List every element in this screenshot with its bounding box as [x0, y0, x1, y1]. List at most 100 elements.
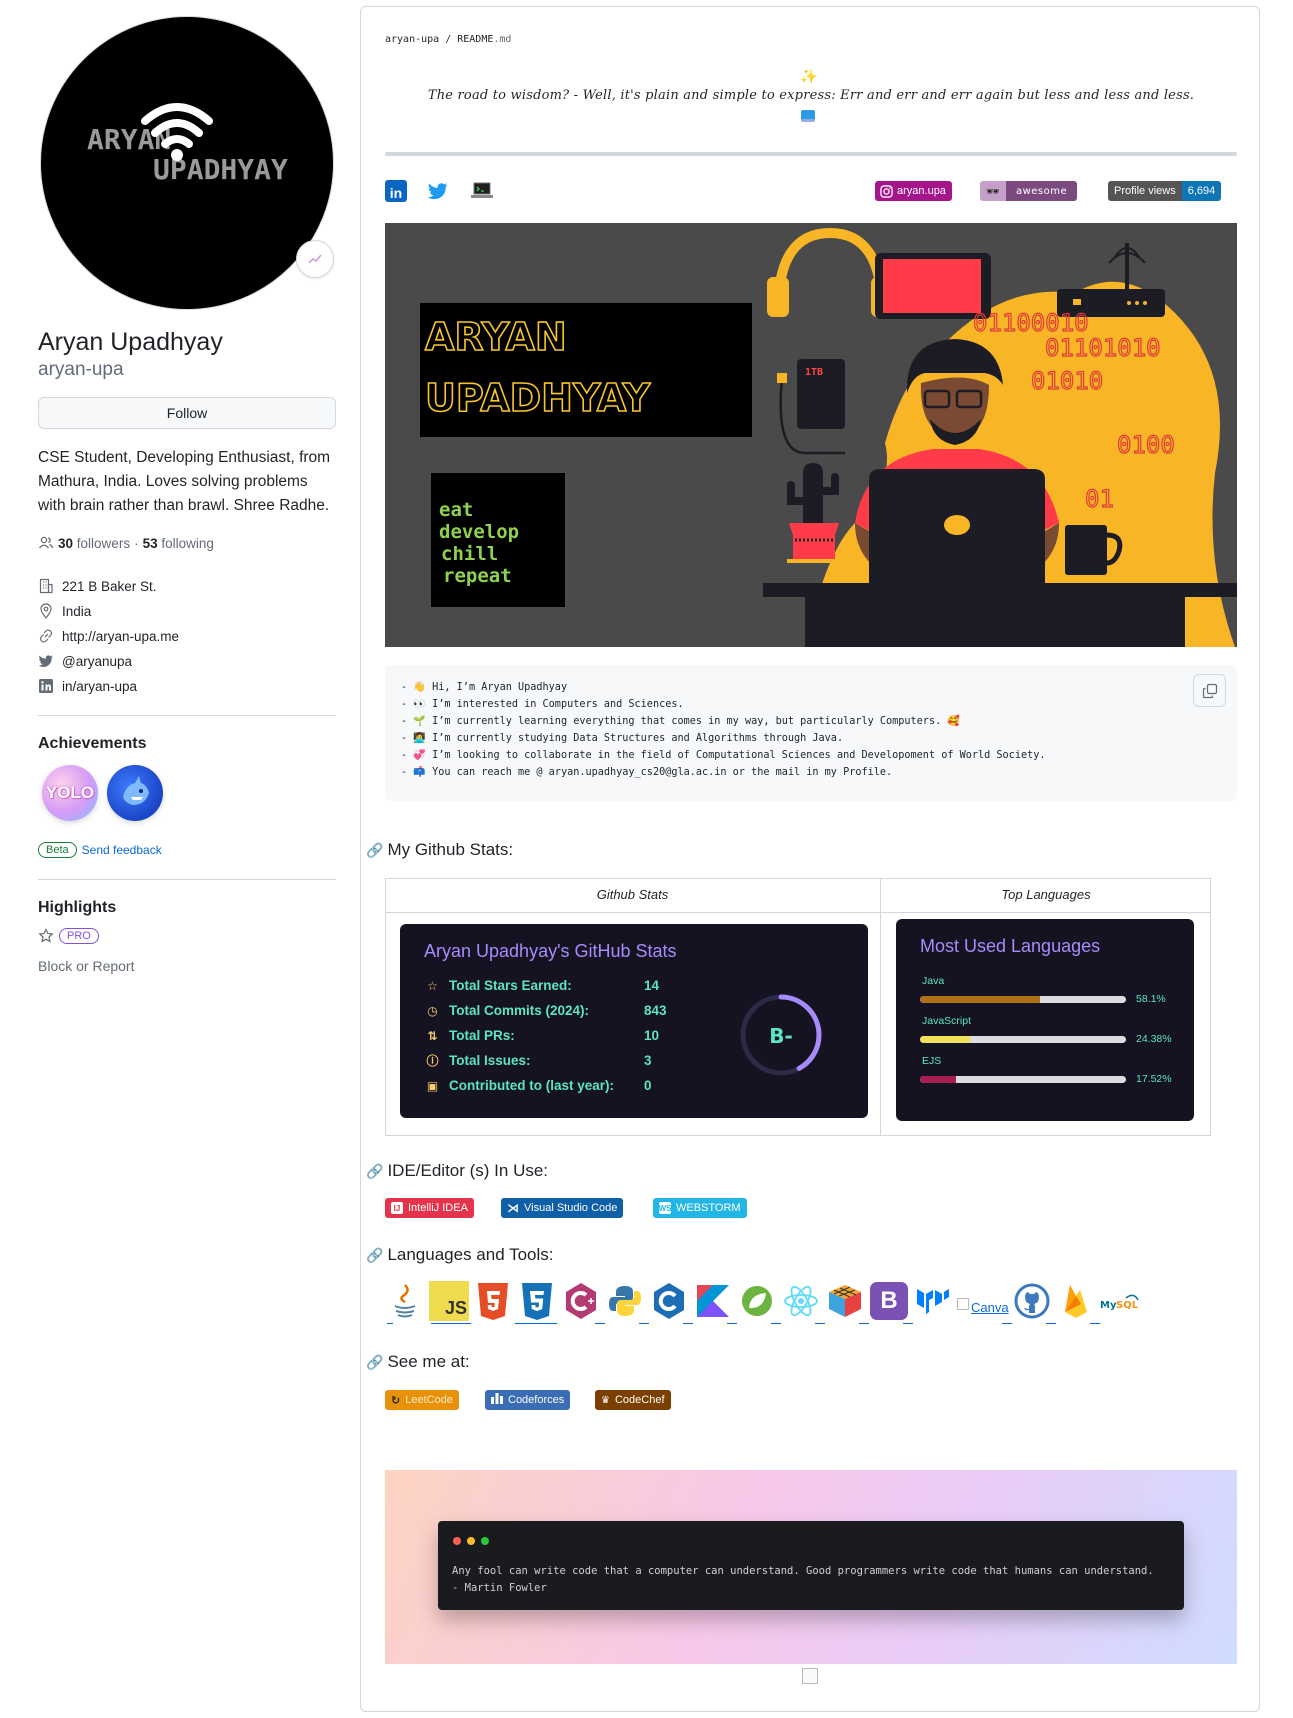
svg-text:01: 01 — [1085, 485, 1114, 513]
follow-button[interactable]: Follow — [38, 397, 336, 429]
language-percent: 17.52% — [1136, 1073, 1172, 1085]
avatar[interactable]: ARYAN UPADHYAY — [40, 16, 334, 310]
vcard-company: 221 B Baker St. — [38, 578, 157, 594]
twitter-icon — [38, 653, 54, 669]
svg-text:0100: 0100 — [1117, 431, 1175, 459]
spring-icon[interactable] — [737, 1281, 777, 1321]
intro-line: - 🌱 I’m currently learning everything that… — [401, 716, 961, 727]
javascript-icon[interactable]: JS — [429, 1281, 469, 1321]
stat-value-prs: 10 — [644, 1028, 660, 1043]
anchor-link-icon[interactable]: 🔗 — [366, 842, 383, 859]
html5-icon[interactable] — [473, 1281, 513, 1321]
following-link[interactable]: 53 following — [143, 536, 214, 551]
status-icon[interactable] — [296, 240, 334, 278]
link-underline — [903, 1323, 913, 1324]
anchor-link-icon[interactable]: 🔗 — [366, 1247, 383, 1264]
profile-views-badge: Profile views 6,694 — [1108, 181, 1222, 201]
anchor-link-icon[interactable]: 🔗 — [366, 1163, 383, 1180]
vcard-location: India — [38, 603, 91, 619]
link-underline — [815, 1323, 825, 1324]
python-icon[interactable] — [605, 1281, 645, 1321]
css3-icon[interactable] — [517, 1281, 557, 1321]
stats-table-divider — [880, 878, 881, 1136]
stat-value-stars: 14 — [644, 978, 660, 993]
laptop-icon[interactable] — [470, 180, 494, 202]
java-icon[interactable] — [385, 1281, 425, 1321]
intellij-badge[interactable]: IJ IntelliJ IDEA — [385, 1198, 474, 1218]
stat-row-stars: ☆ Total Stars Earned: — [425, 978, 572, 993]
linkedin-icon[interactable]: in — [385, 180, 407, 202]
tools-heading: 🔗 Languages and Tools: — [366, 1245, 554, 1264]
stats-col-header: Github Stats — [596, 887, 669, 902]
intro-line: - 👩‍💻 I’m currently studying Data Structur… — [401, 733, 844, 744]
leetcode-badge[interactable]: ↻ LeetCode — [385, 1390, 459, 1410]
firebase-icon[interactable] — [1056, 1281, 1096, 1321]
sunglasses-icon: 🕶 — [980, 181, 1006, 201]
cplusplus-icon[interactable] — [561, 1281, 601, 1321]
leetcode-icon: ↻ — [391, 1394, 401, 1407]
link-underline — [387, 1323, 393, 1324]
awesome-badge[interactable]: 🕶 awesome — [980, 181, 1078, 201]
link-underline — [859, 1323, 869, 1324]
breadcrumb-user-link[interactable]: aryan-upa — [385, 34, 439, 45]
link-underline — [515, 1323, 557, 1324]
react-icon[interactable] — [781, 1281, 821, 1321]
achievement-yolo[interactable]: YOLO — [42, 765, 98, 821]
c-icon[interactable] — [649, 1281, 689, 1321]
github-icon[interactable] — [1012, 1281, 1052, 1321]
banner-drive-label: 1TB — [805, 367, 823, 378]
mysql-icon[interactable]: My SQL — [1100, 1281, 1140, 1321]
webstorm-badge[interactable]: WS WEBSTORM — [653, 1198, 747, 1218]
followers-link[interactable]: 30 followers — [58, 536, 130, 551]
link-underline — [727, 1323, 737, 1324]
stat-value-contributed: 0 — [644, 1078, 652, 1093]
copy-button[interactable] — [1193, 674, 1226, 707]
instagram-badge[interactable]: aryan.upa — [875, 181, 952, 201]
avatar-logo: ARYAN UPADHYAY — [87, 103, 288, 186]
vcard-linkedin[interactable]: in/aryan-upa — [38, 678, 137, 694]
twitter-icon[interactable] — [426, 180, 450, 202]
repo-icon: ▣ — [426, 1078, 439, 1093]
link-underline — [595, 1323, 605, 1324]
vcard-twitter[interactable]: @aryanupa — [38, 653, 132, 669]
material-ui-icon[interactable] — [913, 1281, 953, 1321]
banner-title-1: ARYAN — [425, 315, 567, 359]
language-bar — [920, 1036, 1126, 1043]
vscode-badge[interactable]: ⋊ Visual Studio Code — [501, 1198, 624, 1218]
stat-row-commits: ◷ Total Commits (2024): — [425, 1003, 589, 1018]
building-icon — [38, 578, 54, 594]
codeforces-icon — [491, 1393, 503, 1407]
breadcrumb-file: README — [457, 34, 494, 45]
readme-divider — [385, 152, 1237, 156]
minimize-dot-icon — [467, 1537, 475, 1545]
sidebar-divider — [38, 715, 336, 716]
canva-broken-image[interactable]: Canva — [957, 1298, 1009, 1316]
svg-text:My: My — [1100, 1300, 1117, 1311]
webstorm-icon: WS — [658, 1202, 672, 1214]
languages-col-header: Top Languages — [1001, 887, 1091, 902]
codechef-badge[interactable]: ♛ CodeChef — [595, 1390, 671, 1410]
instagram-icon — [875, 181, 893, 201]
sidebar-divider — [38, 879, 336, 880]
profile-name: Aryan Upadhyay — [38, 328, 223, 356]
kotlin-icon[interactable] — [693, 1281, 733, 1321]
block-report-link[interactable]: Block or Report — [38, 958, 134, 974]
shark-icon — [123, 776, 149, 805]
bootstrap-icon[interactable]: B — [869, 1281, 909, 1321]
computer-icon — [801, 110, 815, 122]
vcard-website[interactable]: http://aryan-upa.me — [38, 628, 179, 644]
rubiks-cube-icon[interactable] — [825, 1281, 865, 1321]
intro-line: - 💞️ I’m looking to collaborate in the fie… — [401, 750, 1046, 761]
codeforces-badge[interactable]: Codeforces — [485, 1390, 571, 1410]
copy-icon — [1202, 683, 1217, 698]
anchor-link-icon[interactable]: 🔗 — [366, 1354, 383, 1371]
see-me-heading: 🔗 See me at: — [366, 1352, 470, 1371]
language-name: EJS — [922, 1055, 942, 1067]
beta-feedback-row: Beta Send feedback — [38, 842, 162, 858]
link-underline — [1046, 1323, 1056, 1324]
achievement-pull-shark[interactable] — [107, 765, 163, 821]
send-feedback-link[interactable]: Send feedback — [82, 843, 162, 857]
readme-quote: The road to wisdom? - Well, it's plain a… — [427, 88, 1195, 103]
intellij-icon: IJ — [391, 1202, 403, 1214]
intro-line: - 📫 You can reach me @ aryan.upadhyay_cs20… — [401, 767, 893, 778]
